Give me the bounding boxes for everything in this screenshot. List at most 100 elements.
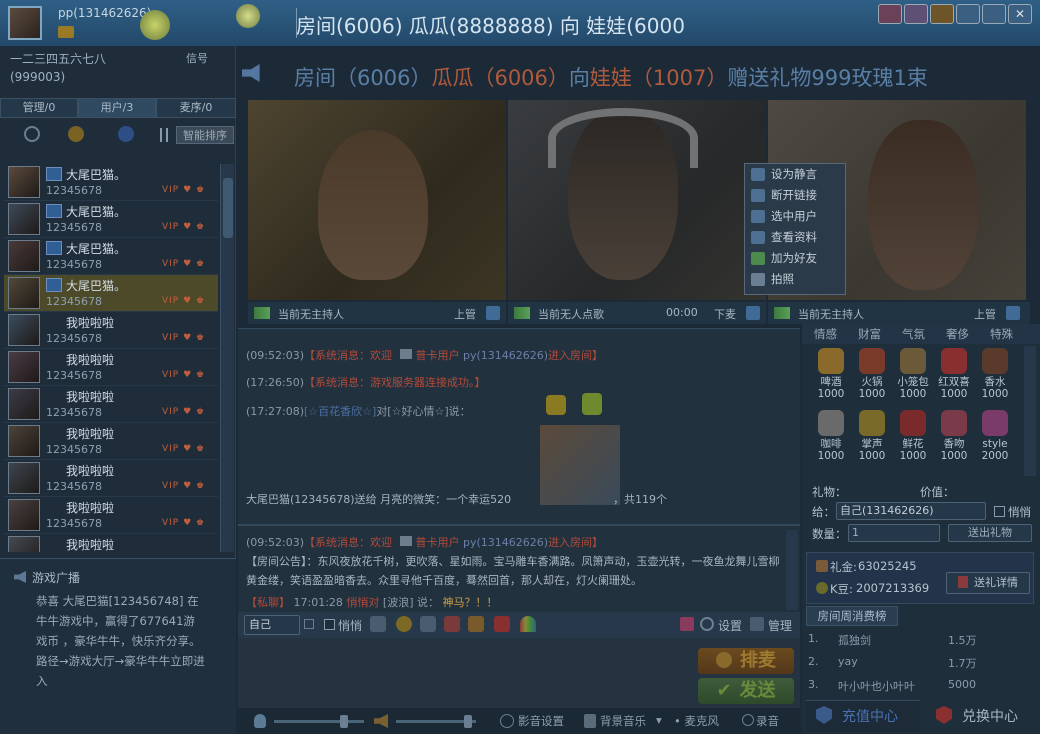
mic-button[interactable]: • 麦克风 xyxy=(674,713,719,729)
gift-item[interactable]: 鲜花 1000 xyxy=(892,410,934,462)
rank-row[interactable]: 3. 叶小叶也小叶叶 5000 xyxy=(808,678,1034,693)
settings-icon[interactable] xyxy=(904,4,928,24)
mic-icon[interactable] xyxy=(254,714,266,728)
bg-music-button[interactable]: 背景音乐 xyxy=(600,713,646,729)
user-list-item[interactable]: 我啦啦啦 12345678 VIP ♥ ♚ xyxy=(4,349,218,386)
help-icon[interactable] xyxy=(118,126,134,142)
chat-target-select[interactable]: 自己 xyxy=(244,615,300,635)
search-icon[interactable] xyxy=(24,126,40,142)
gift-tab-emotion[interactable]: 情感 xyxy=(814,326,837,344)
send-gift-button[interactable]: 送出礼物 xyxy=(948,524,1032,542)
queue-mic-button[interactable]: 排麦 xyxy=(698,648,794,674)
level-badge-icon xyxy=(58,26,74,38)
menu-item-select-user[interactable]: 选中用户 xyxy=(745,206,845,227)
user-name: 我啦啦啦 xyxy=(66,538,115,552)
color-icon[interactable] xyxy=(494,616,510,632)
speaker-icon[interactable] xyxy=(374,714,388,728)
manage-button[interactable]: 管理 xyxy=(768,617,792,634)
image-icon[interactable] xyxy=(468,616,484,632)
exchange-button[interactable]: 兑换中心 xyxy=(936,704,1018,730)
tab-weekly-rank[interactable]: 房间周消费榜 xyxy=(806,606,898,626)
gift-price: 1000 xyxy=(858,388,886,400)
menu-item-snapshot[interactable]: 拍照 xyxy=(745,269,845,290)
rank-row[interactable]: 1. 孤独剑 1.5万 xyxy=(808,632,1034,647)
video-mic[interactable] xyxy=(508,100,766,300)
gift-item[interactable]: 掌声 1000 xyxy=(851,410,893,462)
user-list-item[interactable]: 我啦啦啦 12345678 VIP ♥ ♚ xyxy=(4,423,218,460)
chevron-down-icon[interactable] xyxy=(746,306,760,320)
mic-volume-slider[interactable] xyxy=(274,720,364,723)
tab-users[interactable]: 用户/3 xyxy=(78,98,156,118)
gift-recipient-field[interactable]: 自己(131462626) xyxy=(836,502,986,520)
smart-sort-button[interactable]: 智能排序 xyxy=(176,126,234,144)
user-list-item[interactable]: 大尾巴猫。 12345678 VIP ♥ ♚ xyxy=(4,201,218,238)
gift-qty-select[interactable]: 1 xyxy=(848,524,940,542)
screenshot-icon[interactable] xyxy=(444,616,460,632)
user-list-item[interactable]: 我啦啦啦 12345678 VIP ♥ ♚ xyxy=(4,386,218,423)
minimize-icon[interactable] xyxy=(930,4,954,24)
user-id: 12345678 xyxy=(46,369,102,382)
chevron-down-icon[interactable] xyxy=(1006,306,1020,320)
tab-admin[interactable]: 管理/0 xyxy=(0,98,78,118)
user-list-item[interactable]: 大尾巴猫。 12345678 VIP ♥ ♚ xyxy=(4,275,218,312)
slider-handle[interactable] xyxy=(340,715,348,728)
video-host-left[interactable] xyxy=(248,100,506,300)
go-up-button[interactable]: 上管 xyxy=(974,306,996,322)
rainbow-icon[interactable] xyxy=(520,616,536,632)
gift-tab-atmosphere[interactable]: 气氛 xyxy=(902,326,925,344)
user-list-item[interactable]: 我啦啦啦 12345678 VIP ♥ ♚ xyxy=(4,460,218,497)
user-id: 12345678 xyxy=(46,332,102,345)
chevron-down-icon[interactable]: ▾ xyxy=(656,713,662,727)
font-icon[interactable] xyxy=(370,616,386,632)
user-list-item[interactable]: 我啦啦啦 12345678 VIP ♥ ♚ xyxy=(4,497,218,534)
restore-icon[interactable] xyxy=(956,4,980,24)
gift-item[interactable]: 咖啡 1000 xyxy=(810,410,852,462)
settings-button[interactable]: 设置 xyxy=(718,617,742,634)
emoji-icon[interactable] xyxy=(396,616,412,632)
signal-indicator: 信号 xyxy=(186,52,208,65)
whisper-checkbox[interactable] xyxy=(994,506,1005,517)
user-list-item[interactable]: 我啦啦啦 xyxy=(4,534,218,552)
send-button[interactable]: ✔ 发送 xyxy=(698,678,794,704)
gift-item[interactable]: 小笼包 1000 xyxy=(892,348,934,400)
rank-row[interactable]: 2. yay 1.7万 xyxy=(808,655,1034,670)
user-list-item[interactable]: 我啦啦啦 12345678 VIP ♥ ♚ xyxy=(4,312,218,349)
gift-item[interactable]: style 2000 xyxy=(974,410,1016,462)
whisper-checkbox[interactable] xyxy=(324,619,335,630)
menu-item-add-friend[interactable]: 加为好友 xyxy=(745,248,845,269)
speaker-icon[interactable] xyxy=(242,64,260,82)
gift-item[interactable]: 香吻 1000 xyxy=(933,410,975,462)
menu-item-view-profile[interactable]: 查看资料 xyxy=(745,227,845,248)
gift-tab-special[interactable]: 特殊 xyxy=(990,326,1013,344)
rank-icon[interactable] xyxy=(68,126,84,142)
recharge-button[interactable]: 充值中心 xyxy=(816,704,898,730)
user-list-scrollbar[interactable] xyxy=(220,164,234,552)
record-button[interactable]: 录音 xyxy=(756,713,779,729)
menu-item-disconnect[interactable]: 断开链接 xyxy=(745,185,845,206)
gift-tab-wealth[interactable]: 财富 xyxy=(858,326,881,344)
slider-handle[interactable] xyxy=(464,715,472,728)
gift-icon[interactable] xyxy=(420,616,436,632)
gift-detail-button[interactable]: 送礼详情 xyxy=(946,572,1030,594)
go-down-button[interactable]: 下麦 xyxy=(714,306,736,322)
maximize-icon[interactable] xyxy=(982,4,1006,24)
user-list-item[interactable]: 大尾巴猫。 12345678 VIP ♥ ♚ xyxy=(4,164,218,201)
skin-icon[interactable] xyxy=(878,4,902,24)
gift-item[interactable]: 啤酒 1000 xyxy=(810,348,852,400)
go-up-button[interactable]: 上管 xyxy=(454,306,476,322)
gift-item[interactable]: 香水 1000 xyxy=(974,348,1016,400)
chat-scrollbar[interactable] xyxy=(786,530,798,610)
gift-item[interactable]: 红双喜 1000 xyxy=(933,348,975,400)
gift-tab-luxury[interactable]: 奢侈 xyxy=(946,326,969,344)
shop-cart-icon[interactable] xyxy=(680,617,694,631)
close-icon[interactable]: ✕ xyxy=(1008,4,1032,24)
video-settings-button[interactable]: 影音设置 xyxy=(518,713,564,729)
chevron-down-icon[interactable] xyxy=(486,306,500,320)
menu-item-mute[interactable]: 设为静言 xyxy=(745,164,845,185)
gift-item[interactable]: 火锅 1000 xyxy=(851,348,893,400)
user-list-item[interactable]: 大尾巴猫。 12345678 VIP ♥ ♚ xyxy=(4,238,218,275)
gift-scrollbar[interactable] xyxy=(1024,346,1036,476)
chevron-down-icon[interactable] xyxy=(304,619,314,629)
avatar[interactable] xyxy=(8,6,42,40)
tab-mic-queue[interactable]: 麦序/0 xyxy=(156,98,236,118)
